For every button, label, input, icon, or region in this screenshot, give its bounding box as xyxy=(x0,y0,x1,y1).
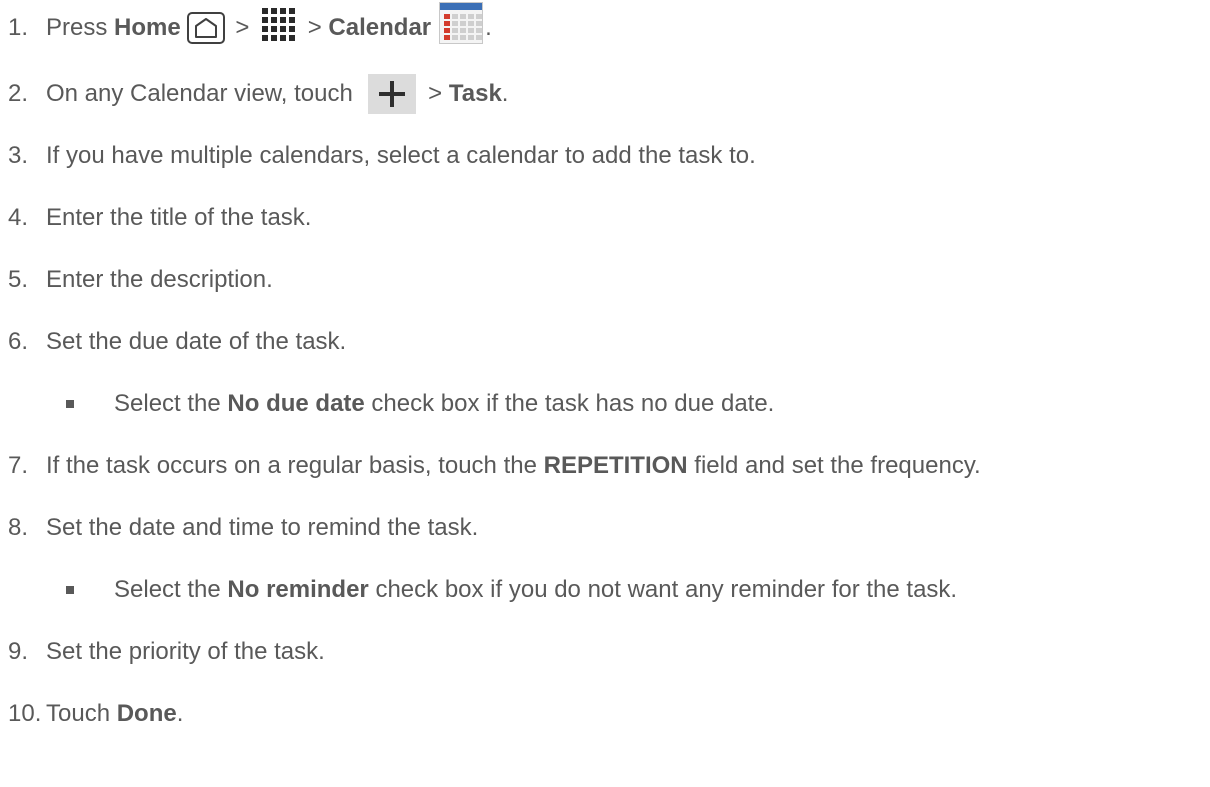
step-text: Press xyxy=(46,14,115,41)
square-bullet-icon xyxy=(66,395,114,411)
step-text: field and set the frequency. xyxy=(687,452,981,479)
no-reminder-label: No reminder xyxy=(227,576,369,603)
task-label: Task xyxy=(448,80,502,107)
step-number: 6. xyxy=(8,328,29,355)
step-2: 2. On any Calendar view, touch > Task . xyxy=(0,74,508,114)
step-number: 3. xyxy=(8,142,29,169)
step-number: 9. xyxy=(8,638,29,665)
note-text: check box if the task has no due date. xyxy=(364,390,775,417)
step-number: 8. xyxy=(8,514,29,541)
step-text: Touch xyxy=(46,700,117,727)
step-3: 3. If you have multiple calendars, selec… xyxy=(0,136,756,176)
step-text: Enter the description. xyxy=(46,266,273,293)
step-7: 7. If the task occurs on a regular basis… xyxy=(0,446,981,486)
step-9: 9. Set the priority of the task. xyxy=(0,632,325,672)
done-label: Done xyxy=(116,700,177,727)
step-6-note: Select the No due date check box if the … xyxy=(66,384,774,424)
step-text: Set the priority of the task. xyxy=(46,638,325,665)
step-text: Enter the title of the task. xyxy=(46,204,312,231)
step-5: 5. Enter the description. xyxy=(0,260,273,300)
step-number: 4. xyxy=(8,204,29,231)
home-label: Home xyxy=(114,14,181,41)
square-bullet-icon xyxy=(66,581,114,597)
step-text: If the task occurs on a regular basis, t… xyxy=(46,452,544,479)
repetition-label: REPETITION xyxy=(543,452,688,479)
calendar-label: Calendar xyxy=(328,14,432,41)
step-4: 4. Enter the title of the task. xyxy=(0,198,311,238)
step-number: 10. xyxy=(8,700,42,727)
period: . xyxy=(176,700,184,727)
step-8: 8. Set the date and time to remind the t… xyxy=(0,508,478,548)
note-text: Select the xyxy=(114,390,228,417)
step-text: If you have multiple calendars, select a… xyxy=(46,142,756,169)
separator: > xyxy=(228,14,257,41)
step-text: On any Calendar view, touch xyxy=(46,80,360,107)
step-10: 10. Touch Done . xyxy=(0,694,183,734)
step-1: 1. Press Home > > Calendar . xyxy=(0,2,492,48)
period: . xyxy=(485,14,492,41)
separator: > xyxy=(301,14,329,41)
step-6: 6. Set the due date of the task. xyxy=(0,322,346,362)
plus-icon xyxy=(367,74,416,114)
step-text: Set the due date of the task. xyxy=(46,328,347,355)
step-number: 7. xyxy=(8,452,29,479)
apps-grid-icon xyxy=(262,7,296,41)
no-due-date-label: No due date xyxy=(227,390,365,417)
note-text: check box if you do not want any reminde… xyxy=(368,576,958,603)
home-icon xyxy=(186,12,225,44)
step-text: Set the date and time to remind the task… xyxy=(46,514,479,541)
note-text: Select the xyxy=(114,576,228,603)
step-number: 2. xyxy=(8,80,29,107)
step-number: 5. xyxy=(8,266,29,293)
calendar-app-icon xyxy=(439,2,484,44)
step-number: 1. xyxy=(8,14,29,41)
period: . xyxy=(501,80,509,107)
separator: > xyxy=(421,80,449,107)
step-8-note: Select the No reminder check box if you … xyxy=(66,570,957,610)
